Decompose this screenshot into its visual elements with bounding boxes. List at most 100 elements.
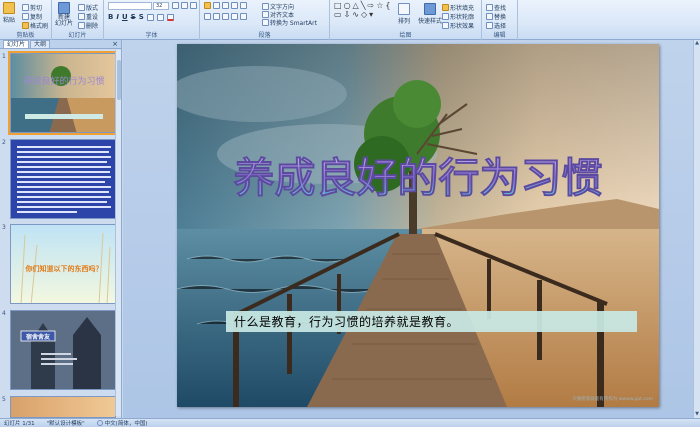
numbering-icon[interactable] <box>213 2 220 9</box>
smartart-icon <box>262 19 269 26</box>
slide-thumbnail-5[interactable] <box>10 396 116 418</box>
thumbnails-scrollbar[interactable] <box>115 50 121 416</box>
delete-icon <box>78 22 85 29</box>
reset-icon <box>78 13 85 20</box>
language-indicator[interactable]: 中文(简体，中国) <box>96 419 147 427</box>
thumbnail-4-image: 宿舍舍友 <box>11 311 115 389</box>
char-spacing-icon[interactable] <box>146 13 154 21</box>
oval-shape-icon[interactable]: ○ <box>344 2 351 10</box>
shape-outline-button[interactable]: 形状轮廓 <box>442 12 474 21</box>
slide-number: 1 <box>2 53 6 60</box>
replace-button[interactable]: 替换 <box>486 12 506 21</box>
triangle-shape-icon[interactable]: △ <box>353 2 359 10</box>
drawing-group: □ ○ △ ╲ ⇨ ☆ { ▭ ⇩ ∿ ◇ ▾ 排列 快速样式 形状填充 形状轮… <box>330 0 482 40</box>
shapes-gallery[interactable]: □ ○ △ ╲ ⇨ ☆ { <box>334 2 391 10</box>
delete-slide-button[interactable]: 删除 <box>78 21 98 30</box>
font-color-icon[interactable] <box>166 13 174 21</box>
strikethrough-icon[interactable]: S <box>131 13 136 21</box>
font-size-combo[interactable]: 32 <box>153 2 169 10</box>
align-center-icon[interactable] <box>213 13 220 20</box>
ribbon: 粘贴 剪切 复制 格式刷 剪贴板 新建 幻灯片 版式 重设 删除 幻灯片 32 … <box>0 0 700 40</box>
slide-editing-area: 养成良好的行为习惯 什么是教育，行为习惯的培养就是教育。 只要愿意就能有所作为 … <box>123 40 700 418</box>
shrink-font-icon[interactable] <box>181 2 188 9</box>
arrange-button[interactable]: 排列 <box>398 3 410 25</box>
rounded-rect-shape-icon[interactable]: ▭ <box>334 11 342 19</box>
scissors-icon <box>22 4 29 11</box>
select-cursor-icon <box>486 22 493 29</box>
paste-button[interactable]: 粘贴 <box>3 2 15 24</box>
slide-number: 2 <box>2 139 6 146</box>
change-case-icon[interactable] <box>156 13 164 21</box>
spellcheck-icon <box>96 420 103 426</box>
bullets-icon[interactable] <box>204 2 211 9</box>
shape-fill-button[interactable]: 形状填充 <box>442 3 474 12</box>
grow-font-icon[interactable] <box>172 2 179 9</box>
line-shape-icon[interactable]: ╲ <box>361 2 366 10</box>
font-label: 字体 <box>145 32 158 39</box>
tab-slides[interactable]: 幻灯片 <box>3 40 30 48</box>
format-painter-button[interactable]: 格式刷 <box>22 21 48 30</box>
new-slide-button[interactable]: 新建 幻灯片 <box>55 2 73 27</box>
find-button[interactable]: 查找 <box>486 3 506 12</box>
arrow-shape-icon[interactable]: ⇨ <box>368 2 375 10</box>
slide-thumbnail-2[interactable] <box>10 139 116 219</box>
thumbnail-2-image <box>11 140 115 218</box>
convert-smartart-button[interactable]: 转换为 SmartArt <box>262 18 317 27</box>
slides-pane: 幻灯片 大纲 × 1 养成良好的行为习惯 2 3 你们知道以下的东西吗？ 4 宿… <box>0 40 122 418</box>
align-right-icon[interactable] <box>222 13 229 20</box>
current-slide[interactable]: 养成良好的行为习惯 什么是教育，行为习惯的培养就是教育。 只要愿意就能有所作为 … <box>177 44 659 407</box>
slide-thumbnail-1[interactable]: 养成良好的行为习惯 <box>8 51 118 135</box>
tab-outline[interactable]: 大纲 <box>30 40 51 48</box>
font-group: 32 B I U S S 字体 <box>104 0 200 40</box>
scroll-up-icon[interactable]: ▲ <box>694 40 700 47</box>
rectangle-shape-icon[interactable]: □ <box>334 2 342 10</box>
clipboard-label: 剪贴板 <box>16 32 35 39</box>
clear-format-icon[interactable] <box>190 2 197 9</box>
callout-shape-icon[interactable]: ◇ <box>361 11 367 19</box>
thumbnail-4-text: 宿舍舍友 <box>26 333 51 341</box>
font-name-combo[interactable] <box>108 2 152 10</box>
decrease-indent-icon[interactable] <box>222 2 229 9</box>
brush-icon <box>22 22 29 29</box>
status-bar: 幻灯片 1/31 "默认设计模板" 中文(简体，中国) <box>0 418 700 427</box>
slide-caption[interactable]: 什么是教育，行为习惯的培养就是教育。 <box>226 311 637 332</box>
scroll-down-icon[interactable]: ▼ <box>694 411 700 418</box>
slide-thumbnail-3[interactable]: 你们知道以下的东西吗？ <box>10 224 116 304</box>
drawing-label: 绘图 <box>399 32 412 39</box>
slide-background-image: 养成良好的行为习惯 <box>177 44 659 407</box>
columns-icon[interactable] <box>240 13 247 20</box>
layout-button[interactable]: 版式 <box>78 3 98 12</box>
select-button[interactable]: 选择 <box>486 21 506 30</box>
arrow-down-shape-icon[interactable]: ⇩ <box>344 11 351 19</box>
copy-button[interactable]: 复制 <box>22 12 42 21</box>
scrollbar-thumb[interactable] <box>117 60 121 100</box>
reset-button[interactable]: 重设 <box>78 12 98 21</box>
shape-effects-button[interactable]: 形状效果 <box>442 21 474 30</box>
bold-icon[interactable]: B <box>108 13 113 21</box>
thumbnail-3-text: 你们知道以下的东西吗？ <box>25 264 103 273</box>
arrange-icon <box>398 3 410 15</box>
italic-icon[interactable]: I <box>116 13 119 21</box>
clipboard-group: 粘贴 剪切 复制 格式刷 剪贴板 <box>0 0 52 40</box>
editor-scrollbar[interactable]: ▲ ▼ <box>693 40 700 418</box>
brace-shape-icon[interactable]: { <box>385 2 390 10</box>
curve-shape-icon[interactable]: ∿ <box>352 11 359 19</box>
more-shapes-icon[interactable]: ▾ <box>369 11 373 19</box>
increase-indent-icon[interactable] <box>231 2 238 9</box>
quick-styles-button[interactable]: 快速样式 <box>418 3 442 25</box>
align-left-icon[interactable] <box>204 13 211 20</box>
shadow-icon[interactable]: S <box>139 13 144 21</box>
slide-number: 4 <box>2 310 6 317</box>
star-shape-icon[interactable]: ☆ <box>376 2 383 10</box>
justify-icon[interactable] <box>231 13 238 20</box>
slide-counter: 幻灯片 1/31 <box>4 421 35 427</box>
paragraph-label: 段落 <box>258 32 271 39</box>
close-pane-icon[interactable]: × <box>112 40 118 48</box>
layout-icon <box>78 4 85 11</box>
line-spacing-icon[interactable] <box>240 2 247 9</box>
editing-group: 查找 替换 选择 编辑 <box>482 0 518 40</box>
underline-icon[interactable]: U <box>122 13 128 21</box>
thumbnail-1-title: 养成良好的行为习惯 <box>23 75 104 87</box>
cut-button[interactable]: 剪切 <box>22 3 42 12</box>
slide-thumbnail-4[interactable]: 宿舍舍友 <box>10 310 116 390</box>
